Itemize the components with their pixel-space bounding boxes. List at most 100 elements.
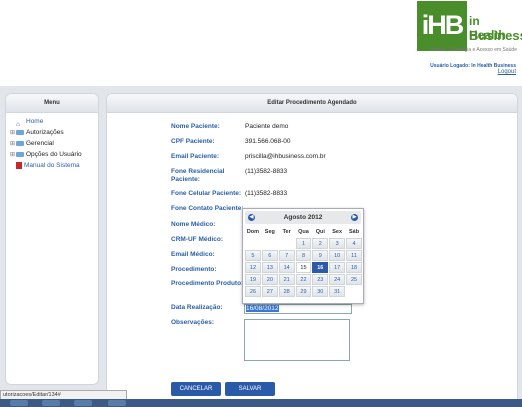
datepicker-month: Agosto 2012 [283, 214, 323, 221]
logout-link[interactable]: Logout [498, 69, 516, 75]
calendar-day[interactable]: 11 [346, 250, 362, 261]
calendar-day[interactable]: 21 [278, 274, 295, 285]
calendar-blank [346, 286, 362, 297]
label-procedimento: Procedimento: [171, 266, 217, 273]
date-input[interactable]: 16/08/2012 [244, 304, 352, 314]
calendar-day[interactable]: 28 [278, 286, 295, 297]
label-nome-paciente: Nome Paciente: [171, 123, 220, 130]
taskbar-button[interactable] [74, 400, 92, 406]
value-fone-residencial: (11)3582-8833 [245, 168, 288, 175]
prev-month-icon[interactable]: ◀ [248, 214, 255, 221]
calendar-day[interactable]: 2 [312, 238, 329, 249]
label-fone-celular: Fone Celular Paciente: [171, 190, 242, 197]
value-email-paciente: priscilla@ihbusiness.com.br [245, 153, 326, 160]
calendar-day[interactable]: 18 [346, 262, 362, 273]
calendar-day[interactable]: 16 [312, 262, 329, 273]
menu-item-label: Opções do Usuário [26, 151, 82, 158]
calendar-blank [262, 238, 278, 249]
observacoes-textarea[interactable] [244, 319, 350, 361]
weekday-header: Sáb [348, 229, 360, 235]
calendar-blank [279, 238, 295, 249]
menu-item-label: Manual do Sistema [24, 162, 80, 169]
save-button[interactable]: SALVAR [225, 382, 275, 396]
calendar-day[interactable]: 19 [245, 274, 261, 285]
calendar-day[interactable]: 26 [245, 286, 261, 297]
menu-item-manual[interactable]: Manual do Sistema [10, 160, 98, 171]
taskbar-button[interactable] [42, 400, 60, 406]
label-observacoes: Observações: [171, 319, 214, 326]
menu-tree: ⌂ Home ⊞ Autorizações ⊞ Gerencial ⊞ Opções d… [6, 113, 98, 171]
label-email-paciente: Email Paciente: [171, 153, 220, 160]
menu-item-autorizacoes[interactable]: ⊞ Autorizações [10, 127, 98, 138]
taskbar [0, 399, 522, 407]
calendar-day[interactable]: 13 [261, 262, 278, 273]
calendar-day[interactable]: 30 [312, 286, 329, 297]
menu-panel: Menu ⌂ Home ⊞ Autorizações ⊞ Gerencial ⊞ Opç… [5, 93, 99, 385]
logo-tagline: Gestão, Estratégia e Acesso em Saúde [429, 47, 517, 53]
header: iHB in Health Business Gestão, Estratégi… [0, 0, 522, 86]
label-nome-medico: Nome Médico: [171, 221, 216, 228]
weekday-header: Qui [315, 229, 325, 235]
calendar-day[interactable]: 3 [329, 238, 346, 249]
calendar-grid: Dom Seg Ter Qua Qui Sex Sáb 1 2 3 4 5 6 7 8 9 10 11 12 13 1… [244, 226, 363, 298]
calendar-day[interactable]: 6 [261, 250, 278, 261]
value-fone-celular: (11)3582-8833 [245, 190, 288, 197]
calendar-day[interactable]: 27 [261, 286, 278, 297]
weekday-header: Sex [332, 229, 343, 235]
label-email-medico: Email Médico: [171, 251, 215, 258]
datepicker-header: ◀ Agosto 2012 ▶ [245, 211, 361, 224]
calendar-day[interactable]: 24 [329, 274, 346, 285]
folder-icon [16, 129, 24, 135]
calendar-day[interactable]: 17 [329, 262, 346, 273]
calendar-day[interactable]: 5 [245, 250, 261, 261]
calendar-day[interactable]: 29 [295, 286, 312, 297]
next-month-icon[interactable]: ▶ [351, 214, 358, 221]
menu-item-label: Autorizações [26, 129, 64, 136]
label-crm-medico: CRM-UF Médico: [171, 236, 223, 243]
pdf-icon [16, 161, 22, 169]
folder-icon [16, 151, 24, 157]
calendar-day[interactable]: 9 [312, 250, 329, 261]
calendar-day[interactable]: 22 [295, 274, 312, 285]
taskbar-button[interactable] [10, 400, 28, 406]
calendar-day[interactable]: 25 [346, 274, 362, 285]
menu-item-home[interactable]: ⌂ Home [10, 116, 98, 128]
calendar-day[interactable]: 1 [295, 238, 312, 249]
folder-icon [16, 140, 24, 146]
weekday-header: Seg [264, 229, 275, 235]
weekday-header: Dom [246, 229, 260, 235]
home-icon: ⌂ [16, 120, 20, 128]
label-fone-contato: Fone Contato Paciente: [171, 205, 244, 212]
menu-title: Menu [6, 94, 98, 113]
menu-item-label: Gerencial [26, 140, 54, 147]
value-cpf-paciente: 391.566.068-00 [245, 138, 291, 145]
calendar-day[interactable]: 15 [295, 262, 312, 273]
label-cpf-paciente: CPF Paciente: [171, 138, 215, 145]
calendar-day[interactable]: 31 [329, 286, 346, 297]
calendar-day[interactable]: 14 [278, 262, 295, 273]
ihb-logo: iHB in Health Business Gestão, Estratégi… [417, 1, 522, 57]
menu-item-label: Home [26, 118, 44, 125]
label-data-realizacao: Data Realização: [171, 304, 223, 311]
weekday-header: Ter [282, 229, 291, 235]
calendar-blank [245, 238, 261, 249]
calendar-day[interactable]: 12 [245, 262, 261, 273]
logo-mark: iHB [417, 1, 467, 51]
calendar-day[interactable]: 4 [346, 238, 362, 249]
calendar-day[interactable]: 8 [295, 250, 312, 261]
calendar-day[interactable]: 23 [312, 274, 329, 285]
cancel-button[interactable]: CANCELAR [171, 382, 221, 396]
menu-item-opcoes-usuario[interactable]: ⊞ Opções do Usuário [10, 149, 98, 160]
logo-text-line2: Business [469, 28, 522, 43]
value-nome-paciente: Paciente demo [245, 123, 289, 130]
date-input-value: 16/08/2012 [246, 305, 279, 312]
calendar-day[interactable]: 10 [329, 250, 346, 261]
taskbar-button[interactable] [108, 400, 126, 406]
menu-item-gerencial[interactable]: ⊞ Gerencial [10, 138, 98, 149]
datepicker: ◀ Agosto 2012 ▶ Dom Seg Ter Qua Qui Sex Sáb 12… [242, 208, 364, 304]
calendar-day[interactable]: 7 [278, 250, 295, 261]
label-fone-residencial: Fone Residencial Paciente: [171, 168, 225, 183]
page-title: Editar Procedimento Agendado [107, 94, 517, 113]
label-procedimento-produto: Procedimento Produto: [171, 280, 244, 287]
calendar-day[interactable]: 20 [261, 274, 278, 285]
